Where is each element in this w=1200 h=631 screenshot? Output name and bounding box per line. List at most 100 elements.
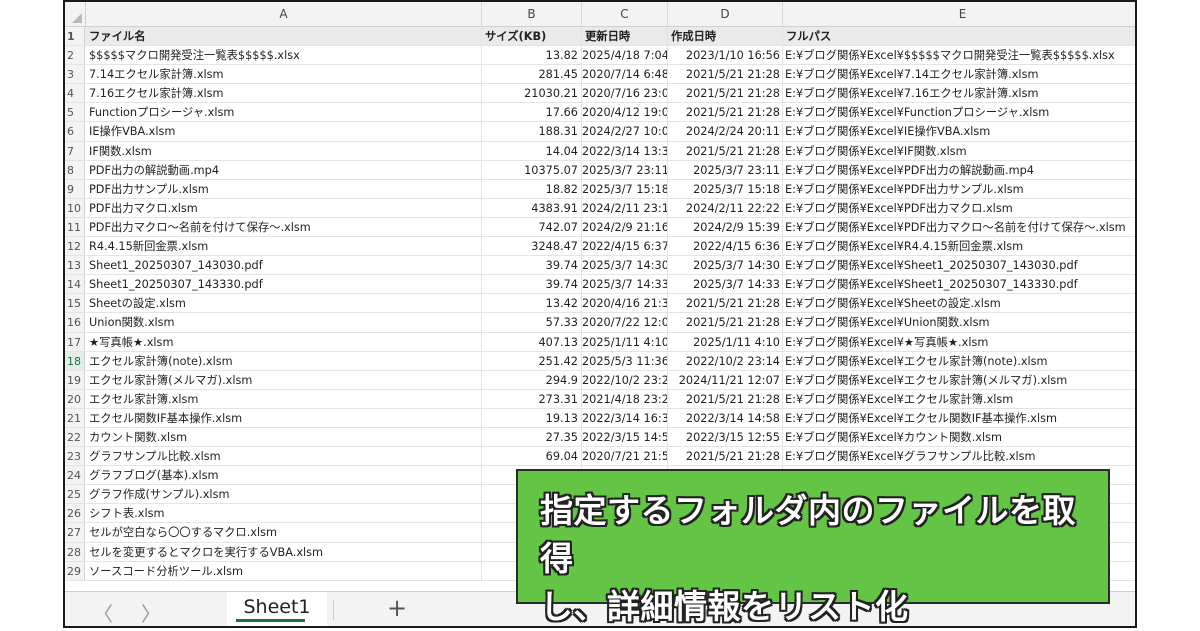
cell-modified[interactable]: 2020/7/16 23:04: [582, 84, 668, 103]
cell-size[interactable]: 69.04: [482, 447, 582, 466]
cell-filename[interactable]: PDF出力マクロ.xlsm: [86, 198, 482, 217]
cell-size[interactable]: 18.82: [482, 179, 582, 198]
row-number[interactable]: 19: [65, 370, 85, 389]
cell-fullpath[interactable]: E:¥ブログ関係¥Excel¥IF関数.xlsm: [783, 142, 1135, 160]
cell-size[interactable]: 14.04: [482, 141, 582, 160]
cell-filename[interactable]: ★写真帳★.xlsm: [86, 332, 482, 351]
cell-filename[interactable]: シフト表.xlsm: [86, 504, 482, 523]
cell-created[interactable]: 2021/5/21 21:28: [668, 103, 783, 122]
cell-filename[interactable]: グラフ作成(サンプル).xlsm: [86, 485, 482, 504]
cell-filename[interactable]: エクセル家計簿(メルマガ).xlsm: [86, 370, 482, 389]
cell-modified[interactable]: 2025/4/18 7:04: [582, 46, 668, 65]
row-number[interactable]: 13: [65, 256, 85, 275]
cell-filename[interactable]: Union関数.xlsm: [86, 313, 482, 332]
cell-size[interactable]: 4383.91: [482, 198, 582, 217]
column-header-d[interactable]: D: [668, 2, 783, 26]
column-header-a[interactable]: A: [86, 2, 482, 26]
cell-fullpath[interactable]: E:¥ブログ関係¥Excel¥PDF出力マクロ～名前を付けて保存～.xlsm: [783, 218, 1135, 236]
row-number[interactable]: 12: [65, 237, 85, 256]
row-number[interactable]: 9: [65, 179, 85, 198]
cell-filename[interactable]: Sheet1_20250307_143330.pdf: [86, 275, 482, 294]
row-number[interactable]: 29: [65, 561, 85, 580]
cell-created[interactable]: 2024/2/11 22:22: [668, 198, 783, 217]
row-number[interactable]: 8: [65, 160, 85, 179]
cell-filename[interactable]: エクセル家計簿.xlsm: [86, 389, 482, 408]
next-sheet-button[interactable]: 〉: [141, 598, 161, 626]
cell-filename[interactable]: ソースコード分析ツール.xlsm: [86, 561, 482, 580]
row-number[interactable]: 1: [65, 27, 85, 46]
cell-created[interactable]: 2024/2/9 15:39: [668, 217, 783, 237]
cell-fullpath[interactable]: E:¥ブログ関係¥Excel¥★写真帳★.xlsm: [783, 333, 1135, 351]
cell-size[interactable]: 3248.47: [482, 237, 582, 256]
cell-modified[interactable]: 2024/2/27 10:02: [582, 122, 668, 141]
cell-modified[interactable]: 2025/3/7 14:33: [582, 275, 668, 294]
cell-size[interactable]: 19.13: [482, 408, 582, 427]
cell-modified[interactable]: 2024/2/11 23:19: [582, 198, 668, 217]
cell-filename[interactable]: グラフブログ(基本).xlsm: [86, 466, 482, 485]
row-number[interactable]: 6: [65, 122, 85, 141]
cell-created[interactable]: 2024/11/21 12:07: [668, 370, 783, 389]
row-number[interactable]: 24: [65, 466, 85, 485]
row-number[interactable]: 18: [65, 351, 85, 370]
cell-created[interactable]: 2025/3/7 15:18: [668, 179, 783, 198]
cell-fullpath[interactable]: E:¥ブログ関係¥Excel¥Union関数.xlsm: [783, 313, 1135, 331]
row-number[interactable]: 15: [65, 294, 85, 313]
row-number[interactable]: 2: [65, 46, 85, 65]
cell-filename[interactable]: $$$$$マクロ開発受注一覧表$$$$$.xlsx: [86, 46, 482, 65]
cell-filename[interactable]: PDF出力サンプル.xlsm: [86, 179, 482, 198]
row-number[interactable]: 4: [65, 84, 85, 103]
cell-modified[interactable]: 2020/4/12 19:09: [582, 103, 668, 122]
cell-created[interactable]: 2021/5/21 21:28: [668, 65, 783, 84]
cell-size[interactable]: 13.82: [482, 46, 582, 65]
cell-created[interactable]: 2021/5/21 21:28: [668, 141, 783, 160]
cell-size[interactable]: 273.31: [482, 389, 582, 408]
cell-size[interactable]: 251.42: [482, 351, 582, 370]
cell-size[interactable]: 57.33: [482, 313, 582, 332]
cell-modified[interactable]: 2022/3/14 16:33: [582, 408, 668, 427]
cell-size[interactable]: 742.07: [482, 217, 582, 237]
cell-filename[interactable]: IE操作VBA.xlsm: [86, 122, 482, 141]
header-cell-size[interactable]: サイズ(KB): [482, 27, 582, 46]
row-number[interactable]: 17: [65, 332, 85, 351]
cell-size[interactable]: 13.42: [482, 294, 582, 313]
cell-filename[interactable]: Sheet1_20250307_143030.pdf: [86, 256, 482, 275]
cell-filename[interactable]: カウント関数.xlsm: [86, 427, 482, 447]
header-cell-created[interactable]: 作成日時: [668, 27, 783, 46]
cell-size[interactable]: 281.45: [482, 65, 582, 84]
row-number[interactable]: 21: [65, 408, 85, 427]
cell-fullpath[interactable]: E:¥ブログ関係¥Excel¥7.16エクセル家計簿.xlsm: [783, 84, 1135, 102]
cell-created[interactable]: 2021/5/21 21:28: [668, 84, 783, 103]
cell-fullpath[interactable]: E:¥ブログ関係¥Excel¥Sheet1_20250307_143330.pd…: [783, 275, 1135, 293]
row-number[interactable]: 10: [65, 198, 85, 217]
row-number[interactable]: 28: [65, 542, 85, 561]
row-number[interactable]: 20: [65, 389, 85, 408]
cell-modified[interactable]: 2025/1/11 4:10: [582, 332, 668, 351]
cell-filename[interactable]: PDF出力マクロ～名前を付けて保存～.xlsm: [86, 217, 482, 237]
cell-created[interactable]: 2025/1/11 4:10: [668, 332, 783, 351]
cell-fullpath[interactable]: E:¥ブログ関係¥Excel¥エクセル関数IF基本操作.xlsm: [783, 409, 1135, 427]
row-number[interactable]: 5: [65, 103, 85, 122]
cell-fullpath[interactable]: E:¥ブログ関係¥Excel¥Sheetの設定.xlsm: [783, 294, 1135, 312]
cell-modified[interactable]: 2022/10/2 23:29: [582, 370, 668, 389]
cell-created[interactable]: 2021/5/21 21:28: [668, 313, 783, 332]
cell-filename[interactable]: Sheetの設定.xlsm: [86, 294, 482, 313]
cell-fullpath[interactable]: E:¥ブログ関係¥Excel¥PDF出力の解説動画.mp4: [783, 161, 1135, 179]
row-number[interactable]: 3: [65, 65, 85, 84]
cell-size[interactable]: 188.31: [482, 122, 582, 141]
cell-fullpath[interactable]: E:¥ブログ関係¥Excel¥エクセル家計簿(note).xlsm: [783, 352, 1135, 370]
row-number[interactable]: 23: [65, 447, 85, 466]
cell-size[interactable]: 27.35: [482, 427, 582, 447]
cell-modified[interactable]: 2025/3/7 15:18: [582, 179, 668, 198]
column-header-e[interactable]: E: [783, 2, 1135, 26]
cell-size[interactable]: 294.9: [482, 370, 582, 389]
row-number[interactable]: 25: [65, 485, 85, 504]
cell-filename[interactable]: Functionプロシージャ.xlsm: [86, 103, 482, 122]
cell-fullpath[interactable]: E:¥ブログ関係¥Excel¥エクセル家計簿.xlsm: [783, 390, 1135, 408]
cell-filename[interactable]: エクセル家計簿(note).xlsm: [86, 351, 482, 370]
cell-created[interactable]: 2022/3/14 14:58: [668, 408, 783, 427]
cell-filename[interactable]: R4.4.15新回金票.xlsm: [86, 237, 482, 256]
cell-fullpath[interactable]: E:¥ブログ関係¥Excel¥カウント関数.xlsm: [783, 428, 1135, 446]
add-sheet-button[interactable]: +: [387, 594, 407, 622]
cell-created[interactable]: 2022/10/2 23:14: [668, 351, 783, 370]
cell-created[interactable]: 2024/2/24 20:11: [668, 122, 783, 141]
